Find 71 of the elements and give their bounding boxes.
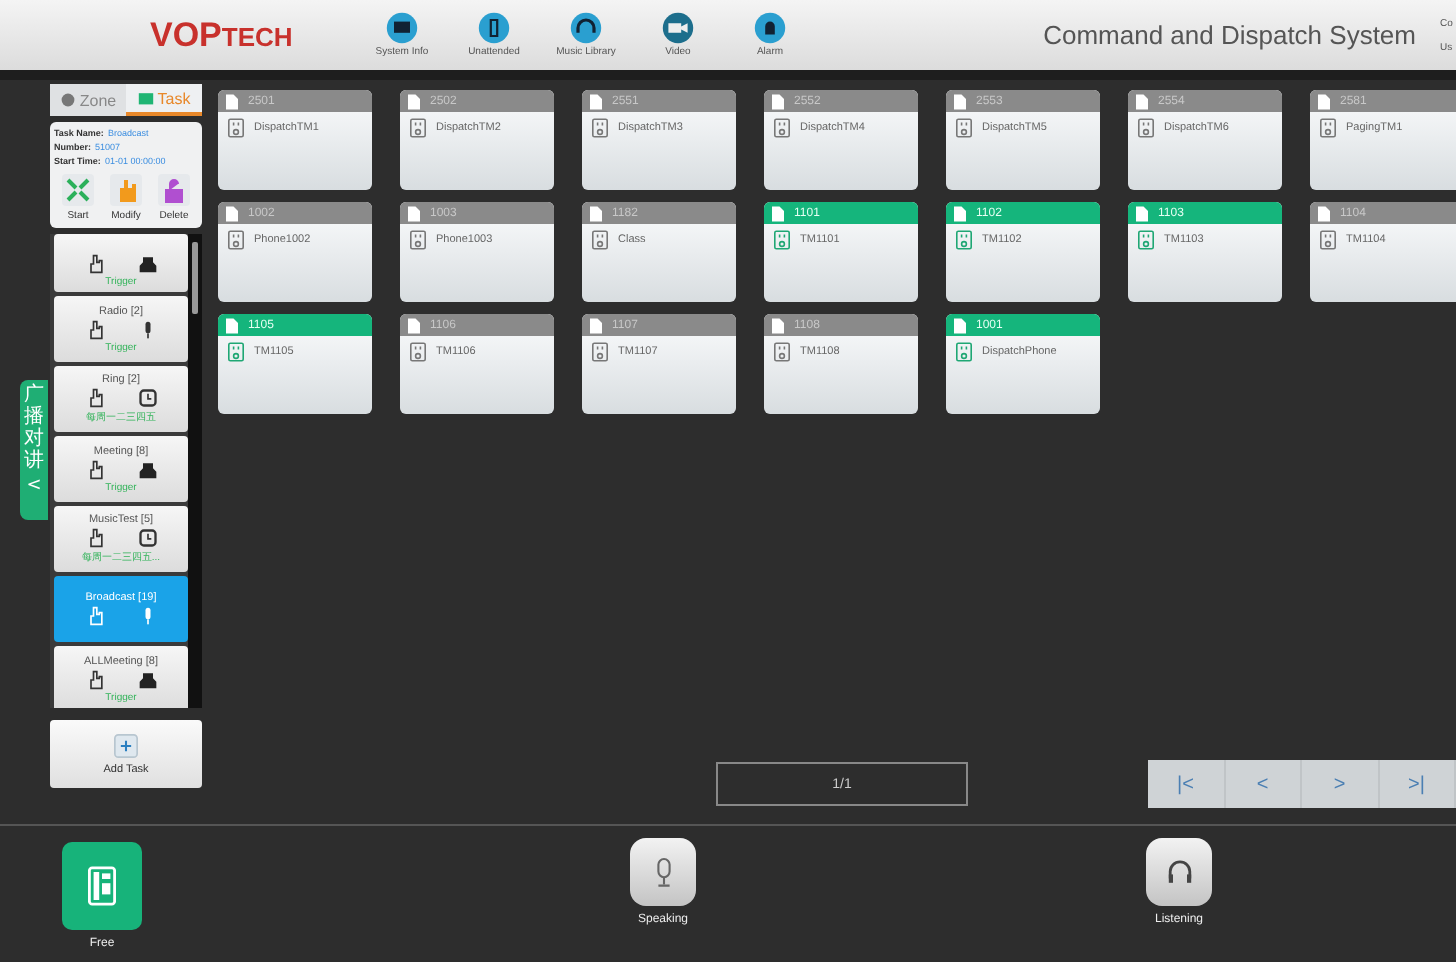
pager-button[interactable]: > <box>1302 760 1379 808</box>
intercom-icon <box>228 230 244 250</box>
talk-button[interactable] <box>1146 838 1212 906</box>
intercom-icon <box>1138 230 1154 250</box>
intercom-icon <box>410 118 426 138</box>
document-icon <box>590 205 602 221</box>
side-tab[interactable]: 广播对讲 < <box>20 380 48 520</box>
document-icon <box>408 205 420 221</box>
document-icon <box>1136 93 1148 109</box>
document-icon <box>954 317 966 333</box>
alarm-icon <box>754 12 786 44</box>
intercom-icon <box>592 342 608 362</box>
camera-icon <box>662 12 694 44</box>
talk-button[interactable] <box>630 838 696 906</box>
document-icon <box>772 93 784 109</box>
logo: VOPTECH <box>150 15 295 55</box>
intercom-icon <box>956 118 972 138</box>
document-icon <box>408 317 420 333</box>
hand-icon <box>85 388 105 408</box>
document-icon <box>954 93 966 109</box>
folder-icon <box>137 90 154 106</box>
hand-icon <box>85 319 105 339</box>
building-icon <box>137 669 157 689</box>
intercom-icon <box>410 230 426 250</box>
document-icon <box>590 317 602 333</box>
hand-icon <box>110 174 142 206</box>
building-icon <box>137 254 157 274</box>
intercom-icon <box>1320 230 1336 250</box>
intercom-icon <box>592 118 608 138</box>
intercom-icon <box>228 342 244 362</box>
document-icon <box>590 93 602 109</box>
pager-button[interactable]: >| <box>1379 760 1456 808</box>
hand-icon <box>85 669 105 689</box>
intercom-icon <box>592 230 608 250</box>
intercom-icon <box>774 118 790 138</box>
phone-status-button[interactable] <box>62 842 142 930</box>
document-icon <box>1318 93 1330 109</box>
pager-button[interactable]: |< <box>1148 760 1225 808</box>
pager-button[interactable]: < <box>1225 760 1302 808</box>
intercom-icon <box>956 230 972 250</box>
document-icon <box>226 317 238 333</box>
document-icon <box>772 317 784 333</box>
hand-icon <box>85 606 105 626</box>
document-icon <box>226 205 238 221</box>
hand-icon <box>85 459 105 479</box>
clock-icon <box>137 388 157 408</box>
building-icon <box>137 459 157 479</box>
intercom-icon <box>956 342 972 362</box>
clock-icon <box>137 528 157 548</box>
headphones-icon <box>570 12 602 44</box>
document-icon <box>226 93 238 109</box>
headset-icon <box>1165 855 1193 889</box>
arrows-icon <box>62 174 94 206</box>
intercom-icon <box>1320 118 1336 138</box>
document-icon <box>954 205 966 221</box>
phone-icon <box>478 12 510 44</box>
monitor-icon <box>386 12 418 44</box>
hand-icon <box>85 528 105 548</box>
intercom-icon <box>410 342 426 362</box>
intercom-icon <box>228 118 244 138</box>
desk-phone-icon <box>88 864 116 908</box>
document-icon <box>1318 205 1330 221</box>
document-icon <box>408 93 420 109</box>
intercom-icon <box>774 342 790 362</box>
document-icon <box>772 205 784 221</box>
hand-icon <box>85 254 105 274</box>
plus-icon <box>114 733 138 757</box>
document-icon <box>1136 205 1148 221</box>
app-title: Command and Dispatch System <box>1043 20 1416 50</box>
intercom-icon <box>774 230 790 250</box>
intercom-icon <box>1138 118 1154 138</box>
